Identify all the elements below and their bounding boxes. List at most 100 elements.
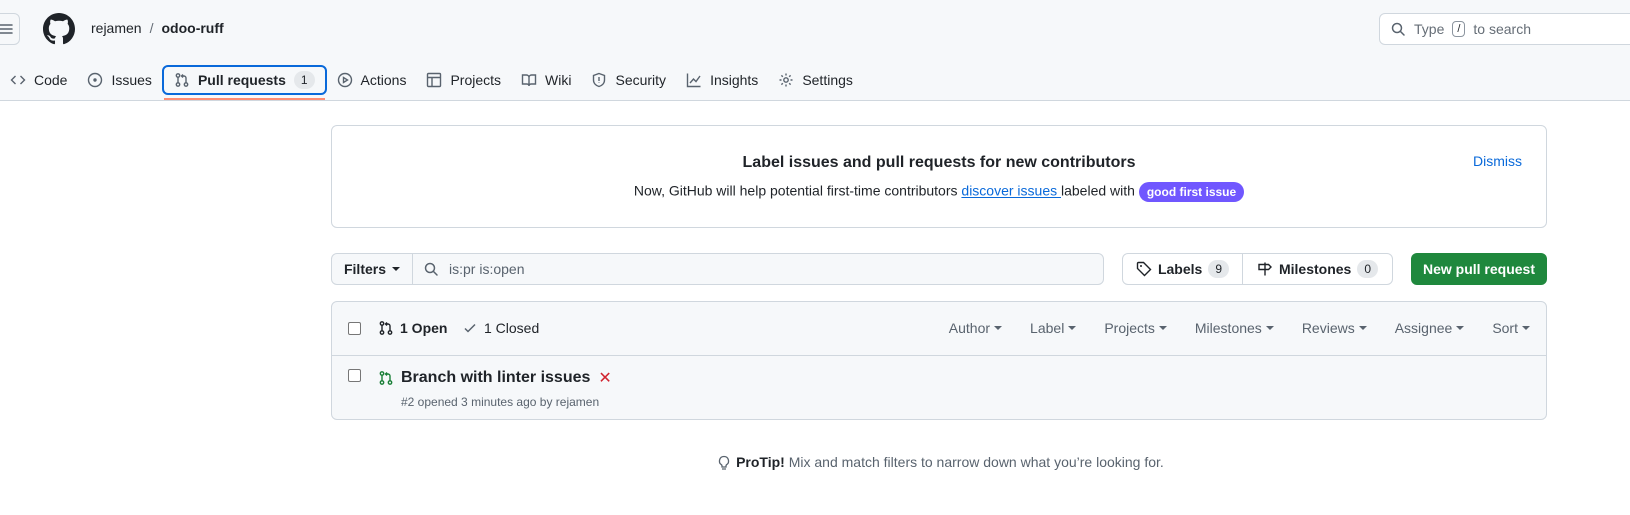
caret-down-icon	[392, 267, 400, 271]
tab-label: Insights	[710, 72, 759, 88]
hamburger-icon	[0, 24, 13, 34]
labels-label: Labels	[1157, 261, 1203, 277]
gear-icon	[779, 73, 793, 87]
milestones-button[interactable]: Milestones 0	[1242, 253, 1393, 285]
menu-label: Reviews	[1301, 320, 1355, 336]
search-suffix: to search	[1473, 21, 1532, 37]
reviews-menu[interactable]: Reviews	[1302, 320, 1367, 336]
table-icon	[427, 72, 442, 88]
search-prefix: Type	[1414, 21, 1445, 37]
list-item: Branch with linter issues ✕ #2 opened 3 …	[332, 356, 1546, 419]
tab-label: Pull requests	[197, 72, 286, 88]
tab-label: Code	[34, 72, 68, 88]
tab-insights[interactable]: Insights	[676, 66, 768, 94]
git-pull-request-open-icon	[379, 371, 393, 385]
tab-pull-requests[interactable]: Pull requests 1	[161, 65, 327, 100]
play-icon	[337, 72, 352, 88]
github-logo-icon[interactable]	[43, 13, 75, 45]
tab-security[interactable]: Security	[581, 66, 676, 94]
menu-label: Milestones	[1194, 320, 1262, 336]
pull-request-title-link[interactable]: Branch with linter issues ✕	[401, 368, 612, 388]
tag-icon	[1136, 261, 1152, 277]
milestones-counter: 0	[1357, 260, 1379, 278]
caret-down-icon	[1068, 326, 1077, 330]
list-header: 1 Open 1 Closed Author Label Projects Mi…	[332, 302, 1546, 356]
caret-down-icon	[1158, 326, 1167, 330]
protip: ProTip! Mix and match filters to narrow …	[0, 454, 1630, 471]
tab-code[interactable]: Code	[0, 66, 77, 94]
search-input[interactable]: Type / to search	[1379, 13, 1630, 45]
repo-nav-tabs: Code Issues Pull requests 1 Actions Proj…	[0, 60, 863, 100]
menu-label: Sort	[1492, 320, 1518, 336]
pull-request-meta: #2 opened 3 minutes ago by rejamen	[401, 395, 600, 409]
closed-count-label: 1 Closed	[484, 320, 540, 336]
tab-issues[interactable]: Issues	[77, 66, 161, 94]
banner-text-after: labeled with	[1061, 182, 1139, 199]
caret-down-icon	[1358, 326, 1367, 330]
tab-projects[interactable]: Projects	[416, 66, 511, 94]
menu-button[interactable]	[0, 13, 20, 45]
filters-label: Filters	[343, 261, 386, 277]
menu-label: Author	[948, 320, 991, 336]
protip-text: Mix and match filters to narrow down wha…	[784, 454, 1164, 470]
caret-down-icon	[1456, 326, 1465, 330]
git-pull-request-icon	[379, 321, 393, 335]
tab-label: Wiki	[545, 72, 572, 88]
sort-menu[interactable]: Sort	[1492, 320, 1530, 336]
tab-wiki[interactable]: Wiki	[511, 66, 581, 94]
projects-menu[interactable]: Projects	[1104, 320, 1167, 336]
search-filter-value: is:pr is:open	[449, 261, 525, 277]
banner-text: Now, GitHub will help potential first-ti…	[332, 182, 1546, 202]
dismiss-button[interactable]: Dismiss	[1473, 153, 1522, 169]
caret-down-icon	[1265, 326, 1274, 330]
tab-settings[interactable]: Settings	[768, 66, 863, 94]
tab-actions[interactable]: Actions	[327, 66, 417, 94]
menu-label: Label	[1030, 320, 1065, 336]
contributors-banner: Label issues and pull requests for new c…	[331, 125, 1547, 228]
code-icon	[10, 75, 26, 85]
failing-checks-icon[interactable]: ✕	[598, 368, 611, 388]
menu-label: Assignee	[1394, 320, 1453, 336]
labels-counter: 9	[1208, 260, 1230, 278]
milestones-label: Milestones	[1278, 261, 1352, 277]
pull-requests-counter: 1	[293, 71, 315, 89]
assignee-menu[interactable]: Assignee	[1395, 320, 1465, 336]
git-pull-request-icon	[175, 73, 189, 87]
labels-button[interactable]: Labels 9	[1122, 253, 1243, 285]
author-menu[interactable]: Author	[948, 320, 1003, 336]
protip-bold: ProTip!	[736, 454, 785, 470]
pull-request-title: Branch with linter issues	[401, 369, 591, 386]
tab-label: Projects	[450, 72, 502, 88]
search-shortcut-key: /	[1452, 21, 1466, 37]
caret-down-icon	[1522, 326, 1530, 330]
discover-issues-link[interactable]: discover issues	[961, 183, 1061, 199]
search-icon	[424, 262, 438, 276]
banner-text-before: Now, GitHub will help potential first-ti…	[633, 182, 962, 199]
milestone-icon	[1258, 262, 1272, 276]
issue-opened-icon	[88, 72, 103, 88]
search-icon	[1391, 22, 1405, 36]
breadcrumb: rejamen / odoo-ruff	[91, 20, 224, 36]
repo-name-link[interactable]: odoo-ruff	[161, 20, 223, 36]
tab-label: Issues	[111, 72, 152, 88]
search-filter-input[interactable]: is:pr is:open	[412, 253, 1104, 285]
pull-request-list: 1 Open 1 Closed Author Label Projects Mi…	[331, 301, 1547, 420]
new-pull-request-button[interactable]: New pull request	[1411, 253, 1547, 285]
repo-header: rejamen / odoo-ruff Type / to search Cod…	[0, 0, 1630, 101]
milestones-menu[interactable]: Milestones	[1195, 320, 1274, 336]
shield-icon	[593, 72, 606, 88]
check-icon	[464, 323, 476, 333]
open-filter-link[interactable]: 1 Open	[378, 320, 447, 336]
label-menu[interactable]: Label	[1030, 320, 1077, 336]
graph-icon	[686, 73, 701, 88]
row-checkbox[interactable]	[348, 369, 361, 382]
select-all-checkbox[interactable]	[348, 322, 361, 335]
good-first-issue-label[interactable]: good first issue	[1138, 182, 1245, 202]
caret-down-icon	[994, 326, 1003, 330]
banner-title: Label issues and pull requests for new c…	[742, 154, 1136, 171]
closed-filter-link[interactable]: 1 Closed	[462, 320, 539, 336]
filters-dropdown[interactable]: Filters	[331, 253, 413, 285]
breadcrumb-separator: /	[149, 20, 154, 36]
filter-bar: Filters is:pr is:open Labels 9 Milestone…	[331, 253, 1547, 285]
repo-owner-link[interactable]: rejamen	[91, 20, 142, 36]
